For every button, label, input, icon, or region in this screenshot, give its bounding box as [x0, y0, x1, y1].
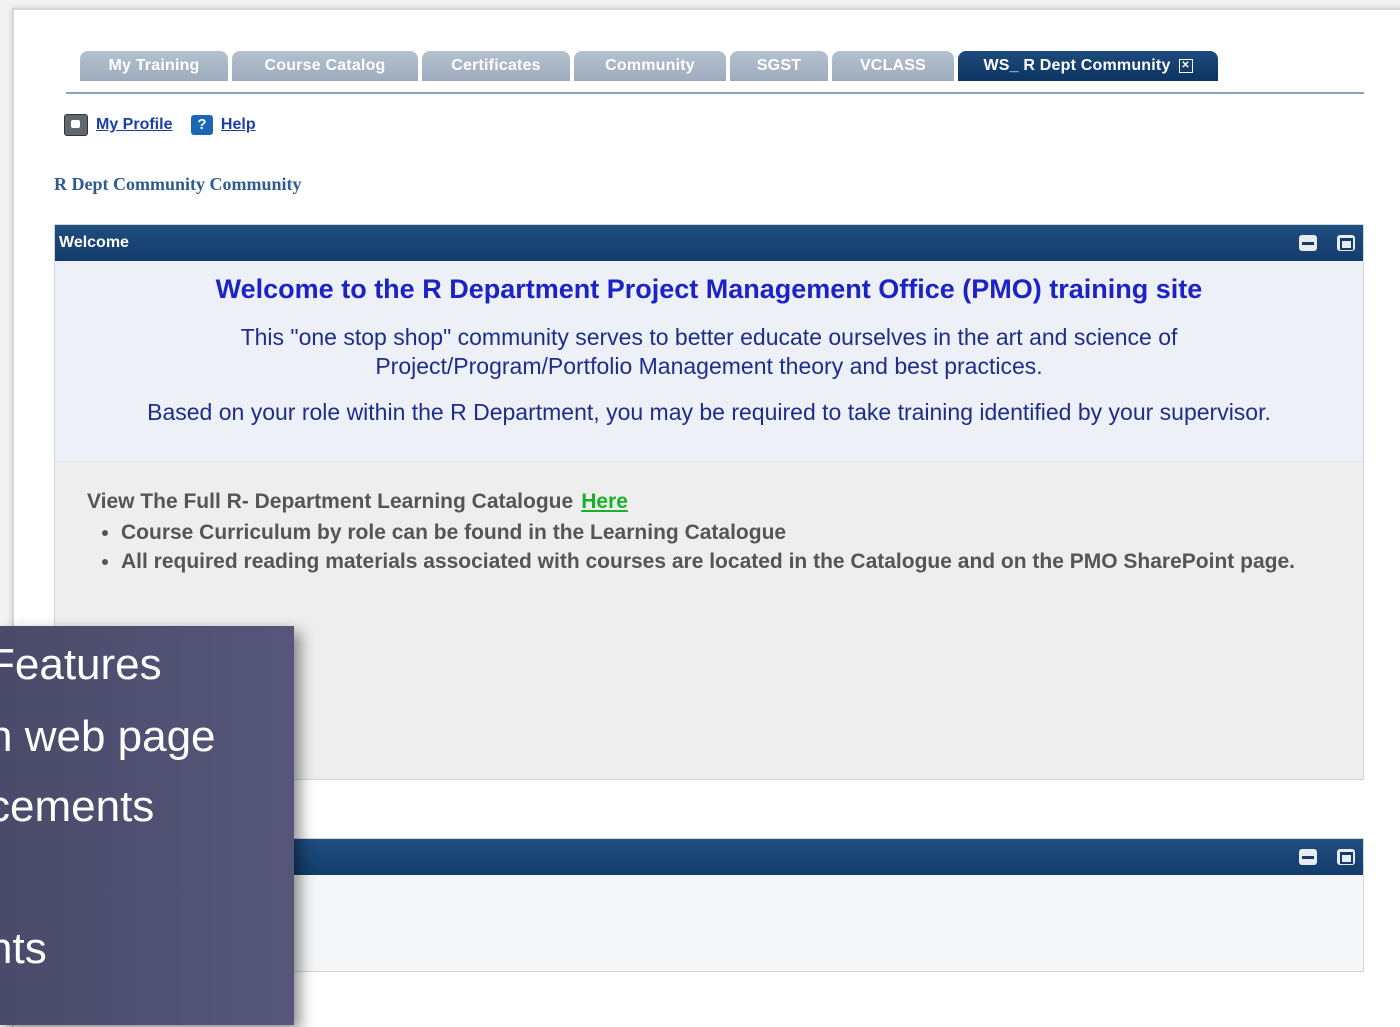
- overlay-line-1: Features: [0, 640, 162, 689]
- maximize-icon[interactable]: [1337, 849, 1355, 865]
- tab-label: Course Catalog: [264, 57, 386, 74]
- tab-label: SGST: [756, 57, 802, 74]
- tab-certificates[interactable]: Certificates: [422, 51, 570, 81]
- maximize-icon[interactable]: [1337, 235, 1355, 251]
- tab-bar: My Training Course Catalog Certificates …: [66, 50, 1364, 94]
- close-tab-icon[interactable]: ✕: [1178, 58, 1193, 73]
- list-item: All required reading materials associate…: [121, 547, 1363, 576]
- catalog-intro: View The Full R- Department Learning Cat…: [87, 490, 1363, 514]
- tab-label: VCLASS: [859, 57, 927, 74]
- community-title: R Dept Community Community: [54, 174, 302, 194]
- tab-label: Community: [605, 57, 695, 74]
- tab-community[interactable]: Community: [574, 51, 726, 81]
- welcome-body: Welcome to the R Department Project Mana…: [55, 261, 1363, 461]
- user-links: My Profile ? Help: [64, 114, 256, 138]
- tab-my-training[interactable]: My Training: [80, 51, 228, 81]
- tab-ws-r-dept-community[interactable]: WS_ R Dept Community ✕: [958, 51, 1218, 81]
- tab-label: My Training: [108, 57, 200, 74]
- welcome-panel-header: Welcome: [55, 225, 1363, 261]
- minimize-icon[interactable]: [1299, 235, 1317, 251]
- help-icon: ?: [190, 115, 213, 135]
- overlay-line-3: cements: [0, 782, 155, 831]
- welcome-heading: Welcome to the R Department Project Mana…: [215, 274, 1203, 304]
- tab-sgst[interactable]: SGST: [730, 51, 828, 81]
- catalog-intro-text: View The Full R- Department Learning Cat…: [87, 490, 574, 513]
- welcome-paragraph-1: This "one stop shop" community serves to…: [240, 324, 1178, 379]
- tab-label: Certificates: [451, 57, 541, 74]
- overlay-line-4: nts: [0, 924, 47, 973]
- tab-course-catalog[interactable]: Course Catalog: [232, 51, 418, 81]
- welcome-paragraph-2: Based on your role within the R Departme…: [147, 399, 1271, 425]
- help-link[interactable]: Help: [221, 116, 256, 133]
- list-item: Course Curriculum by role can be found i…: [121, 518, 1363, 547]
- catalog-bullets: Course Curriculum by role can be found i…: [87, 518, 1363, 576]
- minimize-icon[interactable]: [1299, 849, 1317, 865]
- catalog-here-link[interactable]: Here: [581, 490, 628, 513]
- tab-vclass[interactable]: VCLASS: [832, 51, 954, 81]
- overlay-line-2: n web page: [0, 712, 216, 761]
- overlay-callout: Features n web page cements nts: [0, 626, 294, 1025]
- panel-title: Welcome: [59, 234, 129, 251]
- my-profile-link[interactable]: My Profile: [96, 116, 172, 133]
- profile-icon: [64, 114, 88, 136]
- tab-label: WS_ R Dept Community: [983, 57, 1171, 74]
